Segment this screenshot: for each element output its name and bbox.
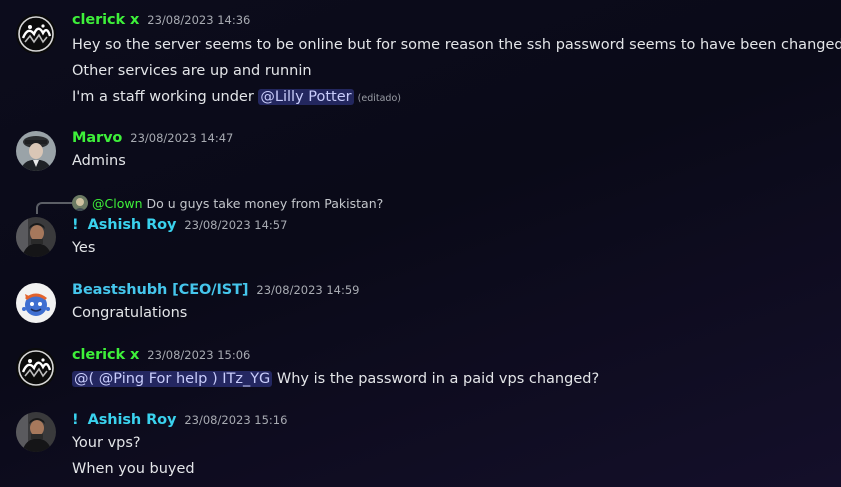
reply-reference[interactable]: @Clown Do u guys take money from Pakista…	[72, 194, 383, 212]
avatar[interactable]	[16, 283, 56, 323]
message-header: clerick x 23/08/2023 14:36	[72, 12, 250, 32]
reply-spine	[36, 202, 72, 214]
username[interactable]: clerick x	[72, 347, 139, 363]
message-header: Marvo 23/08/2023 14:47	[72, 130, 233, 150]
username[interactable]: Beastshubh [CEO/IST]	[72, 282, 249, 298]
message-header: Beastshubh [CEO/IST] 23/08/2023 14:59	[72, 282, 360, 302]
message-text: When you buyed	[72, 461, 195, 477]
message-text: Yes	[72, 240, 96, 256]
message-text: Other services are up and runnin	[72, 63, 312, 79]
avatar[interactable]	[16, 217, 56, 257]
message-text-line: I'm a staff working under @Lilly Potter(…	[72, 87, 401, 109]
reply-username[interactable]: @Clown	[92, 196, 143, 211]
user-mention[interactable]: @Lilly Potter	[258, 89, 354, 105]
username[interactable]: clerick x	[72, 12, 139, 28]
avatar[interactable]	[16, 412, 56, 452]
edited-label: (editado)	[357, 93, 401, 104]
username[interactable]: Ashish Roy	[88, 412, 177, 428]
timestamp: 23/08/2023 14:47	[130, 131, 234, 145]
message-text: Hey so the server seems to be online but…	[72, 37, 841, 53]
reply-text: Do u guys take money from Pakistan?	[146, 195, 384, 211]
message-text: Admins	[72, 153, 126, 169]
timestamp: 23/08/2023 14:59	[256, 283, 360, 297]
timestamp: 23/08/2023 14:36	[147, 13, 251, 27]
avatar[interactable]	[16, 14, 56, 54]
reply-avatar	[72, 195, 88, 211]
message-text: Congratulations	[72, 305, 188, 321]
username[interactable]: Marvo	[72, 130, 122, 146]
username[interactable]: Ashish Roy	[88, 217, 177, 233]
message-header: ! Ashish Roy 23/08/2023 15:16	[72, 412, 287, 432]
message-text: Why is the password in a paid vps change…	[276, 371, 600, 387]
timestamp: 23/08/2023 15:06	[147, 348, 251, 362]
message-text: Your vps?	[72, 435, 141, 451]
message-header: clerick x 23/08/2023 15:06	[72, 347, 250, 367]
message-text: I'm a staff working under	[72, 89, 254, 105]
avatar[interactable]	[16, 348, 56, 388]
timestamp: 23/08/2023 14:57	[184, 218, 288, 232]
chat-message-list: clerick x 23/08/2023 14:36 Hey so the se…	[0, 0, 841, 487]
message-text-line: @( @Ping For help ) ITz_YG Why is the pa…	[72, 369, 599, 389]
role-mention[interactable]: @( @Ping For help ) ITz_YG	[72, 371, 273, 387]
user-prefix: !	[72, 412, 79, 428]
user-prefix: !	[72, 217, 79, 233]
message-header: ! Ashish Roy 23/08/2023 14:57	[72, 217, 287, 237]
avatar[interactable]	[16, 131, 56, 171]
timestamp: 23/08/2023 15:16	[184, 413, 288, 427]
